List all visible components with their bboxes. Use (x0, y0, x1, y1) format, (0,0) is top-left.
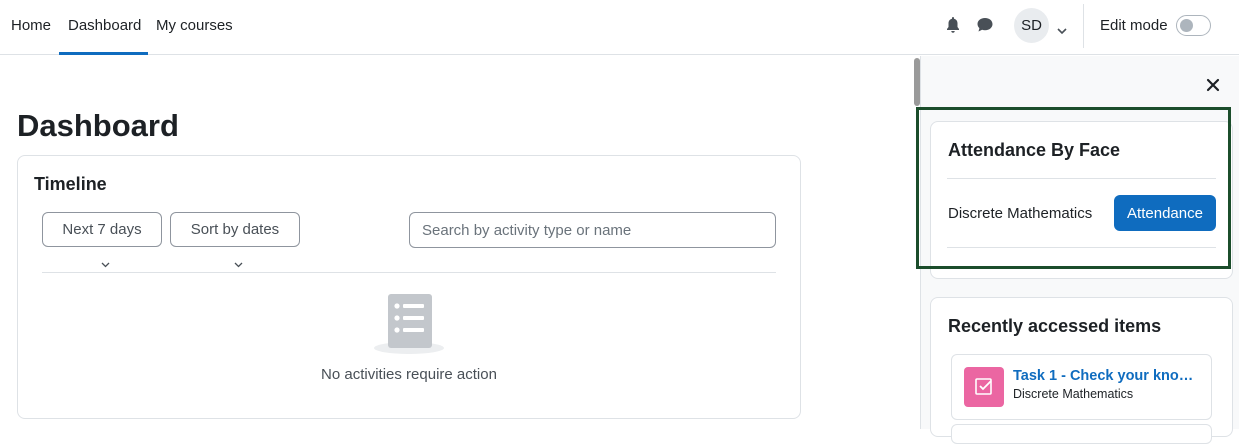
timeline-title: Timeline (34, 174, 107, 194)
sort-label: Sort by dates (190, 221, 280, 238)
day-filter-label: Next 7 days (62, 221, 142, 238)
chevron-down-icon[interactable] (1057, 22, 1067, 40)
recent-block-title: Recently accessed items (948, 316, 1162, 336)
close-icon[interactable] (1204, 76, 1222, 94)
recent-item-title[interactable]: Task 1 - Check your kno… (1013, 368, 1193, 384)
timeline-search-input[interactable] (409, 212, 776, 248)
edit-mode-toggle[interactable] (1176, 15, 1211, 36)
recent-item-course: Discrete Mathematics (1013, 387, 1134, 401)
chevron-down-icon (234, 247, 243, 280)
timeline-sort-dropdown[interactable]: Sort by dates (170, 212, 300, 267)
empty-activities-icon (372, 292, 446, 356)
nav-home[interactable]: Home (11, 0, 51, 55)
user-avatar[interactable]: SD (1014, 8, 1049, 43)
navbar-divider (1083, 4, 1084, 48)
recent-item-card-next[interactable] (951, 424, 1212, 444)
timeline-divider (42, 272, 776, 273)
nav-my-courses[interactable]: My courses (156, 0, 233, 55)
chevron-down-icon (101, 247, 110, 280)
highlight-frame (916, 107, 1231, 269)
chat-bubble-icon[interactable] (976, 16, 994, 34)
bell-icon[interactable] (945, 16, 963, 34)
empty-message: No activities require action (321, 366, 497, 383)
page-title: Dashboard (17, 108, 179, 143)
timeline-day-filter-dropdown[interactable]: Next 7 days (42, 212, 162, 267)
edit-mode-label: Edit mode (1100, 17, 1168, 34)
nav-dashboard[interactable]: Dashboard (59, 0, 148, 55)
top-navbar: Home Dashboard My courses SD Edit mode (0, 0, 1239, 55)
toggle-knob (1180, 19, 1193, 32)
assignment-check-icon (964, 367, 1004, 407)
